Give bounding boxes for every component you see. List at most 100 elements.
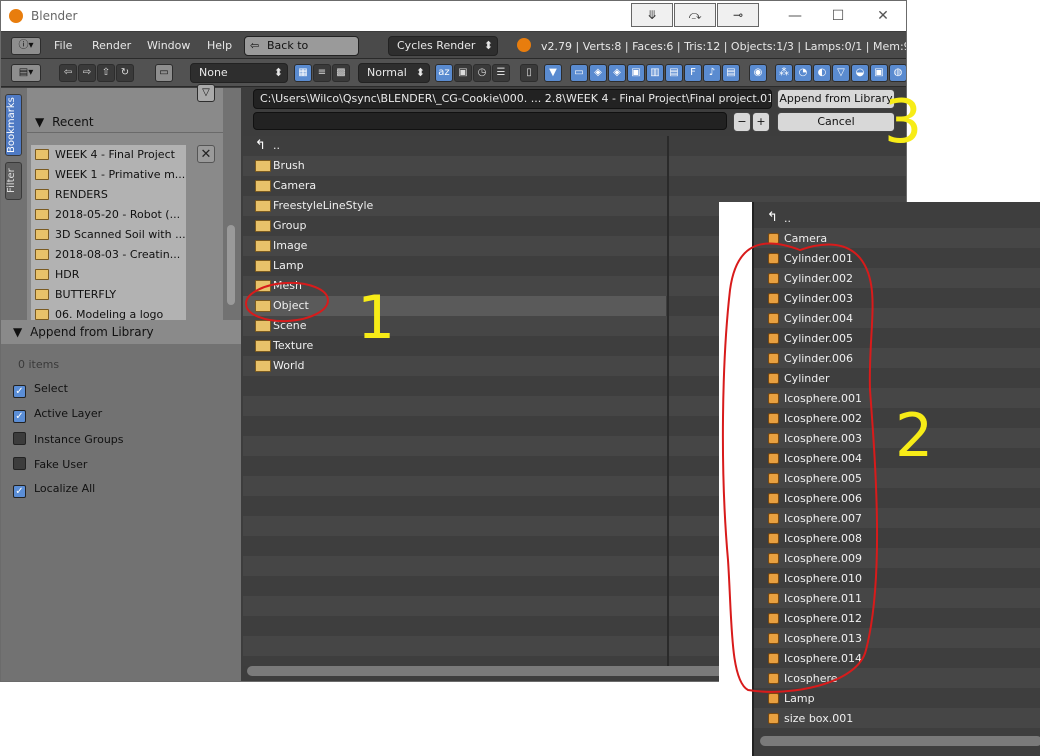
object-row[interactable]: Icosphere.005 — [754, 468, 1040, 488]
checkbox-checked-icon[interactable]: ✓ — [13, 485, 26, 498]
option-localize-all[interactable]: ✓ Localize All — [13, 482, 95, 498]
folder-row[interactable]: Brush — [243, 156, 906, 176]
menu-file[interactable]: File — [54, 39, 72, 52]
new-folder-icon[interactable]: ▭ — [155, 64, 173, 82]
list-item[interactable]: RENDERS — [31, 185, 186, 205]
display-size-select[interactable]: Normal ⬍ — [358, 63, 430, 83]
folder-row[interactable]: Camera — [243, 176, 906, 196]
filter-object-icon[interactable]: ◐ — [813, 64, 831, 82]
decrement-icon[interactable]: − — [733, 112, 751, 132]
filter-anim-icon[interactable]: ◔ — [794, 64, 812, 82]
object-row[interactable]: Cylinder.003 — [754, 288, 1040, 308]
object-row[interactable]: size box.001 — [754, 708, 1040, 728]
object-row[interactable]: Icosphere.014 — [754, 648, 1040, 668]
sort-size-icon[interactable]: ☰ — [492, 64, 510, 82]
increment-icon[interactable]: + — [752, 112, 770, 132]
filter-movie-icon[interactable]: ▥ — [646, 64, 664, 82]
list-item[interactable]: WEEK 4 - Final Project — [31, 145, 186, 165]
option-active-layer[interactable]: ✓ Active Layer — [13, 407, 102, 423]
maximize-button[interactable]: ☐ — [818, 5, 858, 27]
object-row[interactable]: Icosphere.008 — [754, 528, 1040, 548]
object-row[interactable]: Icosphere.011 — [754, 588, 1040, 608]
list-item[interactable]: WEEK 1 - Primative m... — [31, 165, 186, 185]
menu-help[interactable]: Help — [207, 39, 232, 52]
filter-image-icon[interactable]: ▣ — [627, 64, 645, 82]
filter-material-icon[interactable]: ◒ — [851, 64, 869, 82]
filter-text-icon[interactable]: ▤ — [722, 64, 740, 82]
append-options-header[interactable]: ▼ Append from Library — [1, 320, 241, 344]
filter-mesh-icon[interactable]: ▽ — [832, 64, 850, 82]
list-item[interactable]: 3D Scanned Soil with ... — [31, 225, 186, 245]
option-fake-user[interactable]: Fake User — [13, 457, 87, 471]
checkbox-icon[interactable] — [13, 457, 26, 470]
clear-recent-icon[interactable]: ✕ — [197, 145, 215, 163]
object-row[interactable]: Icosphere.012 — [754, 608, 1040, 628]
object-row[interactable]: Icosphere.010 — [754, 568, 1040, 588]
long-list-icon[interactable]: ≡ — [313, 64, 331, 82]
refresh-icon[interactable]: ↻ — [116, 64, 134, 82]
filter-datablock-icon[interactable]: ◉ — [749, 64, 767, 82]
object-row[interactable]: Camera — [754, 228, 1040, 248]
horizontal-scrollbar[interactable] — [247, 666, 727, 676]
directory-path-field[interactable]: C:\Users\Wilco\Qsync\BLENDER\_CG-Cookie\… — [253, 89, 772, 109]
forward-icon[interactable]: ⇨ — [78, 64, 96, 82]
list-item[interactable]: 2018-05-20 - Robot (... — [31, 205, 186, 225]
filter-blend-icon[interactable]: ◈ — [589, 64, 607, 82]
editor-type-icon[interactable]: ▤▾ — [11, 64, 41, 82]
minimize-button[interactable]: — — [775, 5, 815, 27]
filter-image-data-icon[interactable]: ▣ — [870, 64, 888, 82]
option-instance-groups[interactable]: Instance Groups — [13, 432, 124, 446]
folder-row-selected[interactable]: Object — [243, 296, 666, 316]
close-button[interactable]: ✕ — [863, 5, 903, 27]
checkbox-icon[interactable] — [13, 432, 26, 445]
swap-button[interactable]: ⤼ — [674, 3, 716, 27]
parent-dir-row[interactable]: ↰ .. — [243, 136, 906, 156]
list-item[interactable]: 2018-08-03 - Creatin... — [31, 245, 186, 265]
object-row[interactable]: Cylinder.002 — [754, 268, 1040, 288]
object-row[interactable]: Cylinder.004 — [754, 308, 1040, 328]
back-icon[interactable]: ⇦ — [59, 64, 77, 82]
sort-time-icon[interactable]: ◷ — [473, 64, 491, 82]
list-item[interactable]: HDR — [31, 265, 186, 285]
menu-render[interactable]: Render — [92, 39, 131, 52]
list-item[interactable]: 06. Modeling a logo — [31, 305, 186, 321]
sort-alpha-icon[interactable]: az — [435, 64, 453, 82]
append-from-library-button[interactable]: Append from Library — [777, 89, 895, 109]
parent-dir-icon[interactable]: ⇧ — [97, 64, 115, 82]
info-editor-icon[interactable]: ⓘ▾ — [11, 37, 41, 55]
tab-bookmarks[interactable]: Bookmarks — [5, 94, 22, 156]
object-row[interactable]: Lamp — [754, 688, 1040, 708]
sort-ext-icon[interactable]: ▣ — [454, 64, 472, 82]
option-select[interactable]: ✓ Select — [13, 382, 68, 398]
chevron-down-icon[interactable]: ▽ — [197, 84, 215, 102]
checkbox-checked-icon[interactable]: ✓ — [13, 385, 26, 398]
recent-header[interactable]: ▼ Recent — [27, 111, 223, 133]
sidebar-scrollbar[interactable] — [227, 225, 235, 305]
filter-scene-icon[interactable]: ⁂ — [775, 64, 793, 82]
filter-folder-icon[interactable]: ▭ — [570, 64, 588, 82]
tab-filter[interactable]: Filter — [5, 162, 22, 200]
object-row[interactable]: Cylinder.006 — [754, 348, 1040, 368]
filename-field[interactable] — [253, 112, 727, 130]
menu-window[interactable]: Window — [147, 39, 190, 52]
filter-backup-icon[interactable]: ◈ — [608, 64, 626, 82]
hidden-files-icon[interactable]: ▯ — [520, 64, 538, 82]
object-row[interactable]: Cylinder.005 — [754, 328, 1040, 348]
list-item[interactable]: BUTTERFLY — [31, 285, 186, 305]
cancel-button[interactable]: Cancel — [777, 112, 895, 132]
parent-dir-row[interactable]: ↰ .. — [754, 208, 1040, 228]
collapse-button[interactable]: ⤋ — [631, 3, 673, 27]
short-list-icon[interactable]: ▦ — [294, 64, 312, 82]
horizontal-scrollbar[interactable] — [760, 736, 1040, 746]
object-row[interactable]: Icosphere.009 — [754, 548, 1040, 568]
filter-world-icon[interactable]: ◍ — [889, 64, 906, 82]
thumbnails-icon[interactable]: ▩ — [332, 64, 350, 82]
object-row[interactable]: Icosphere.013 — [754, 628, 1040, 648]
back-to-previous-button[interactable]: ⇦ Back to Previous — [244, 36, 359, 70]
object-row[interactable]: Icosphere.006 — [754, 488, 1040, 508]
checkbox-checked-icon[interactable]: ✓ — [13, 410, 26, 423]
pin-button[interactable]: ⊸ — [717, 3, 759, 27]
filter-sound-icon[interactable]: ♪ — [703, 64, 721, 82]
object-row[interactable]: Cylinder — [754, 368, 1040, 388]
object-row[interactable]: Icosphere.007 — [754, 508, 1040, 528]
